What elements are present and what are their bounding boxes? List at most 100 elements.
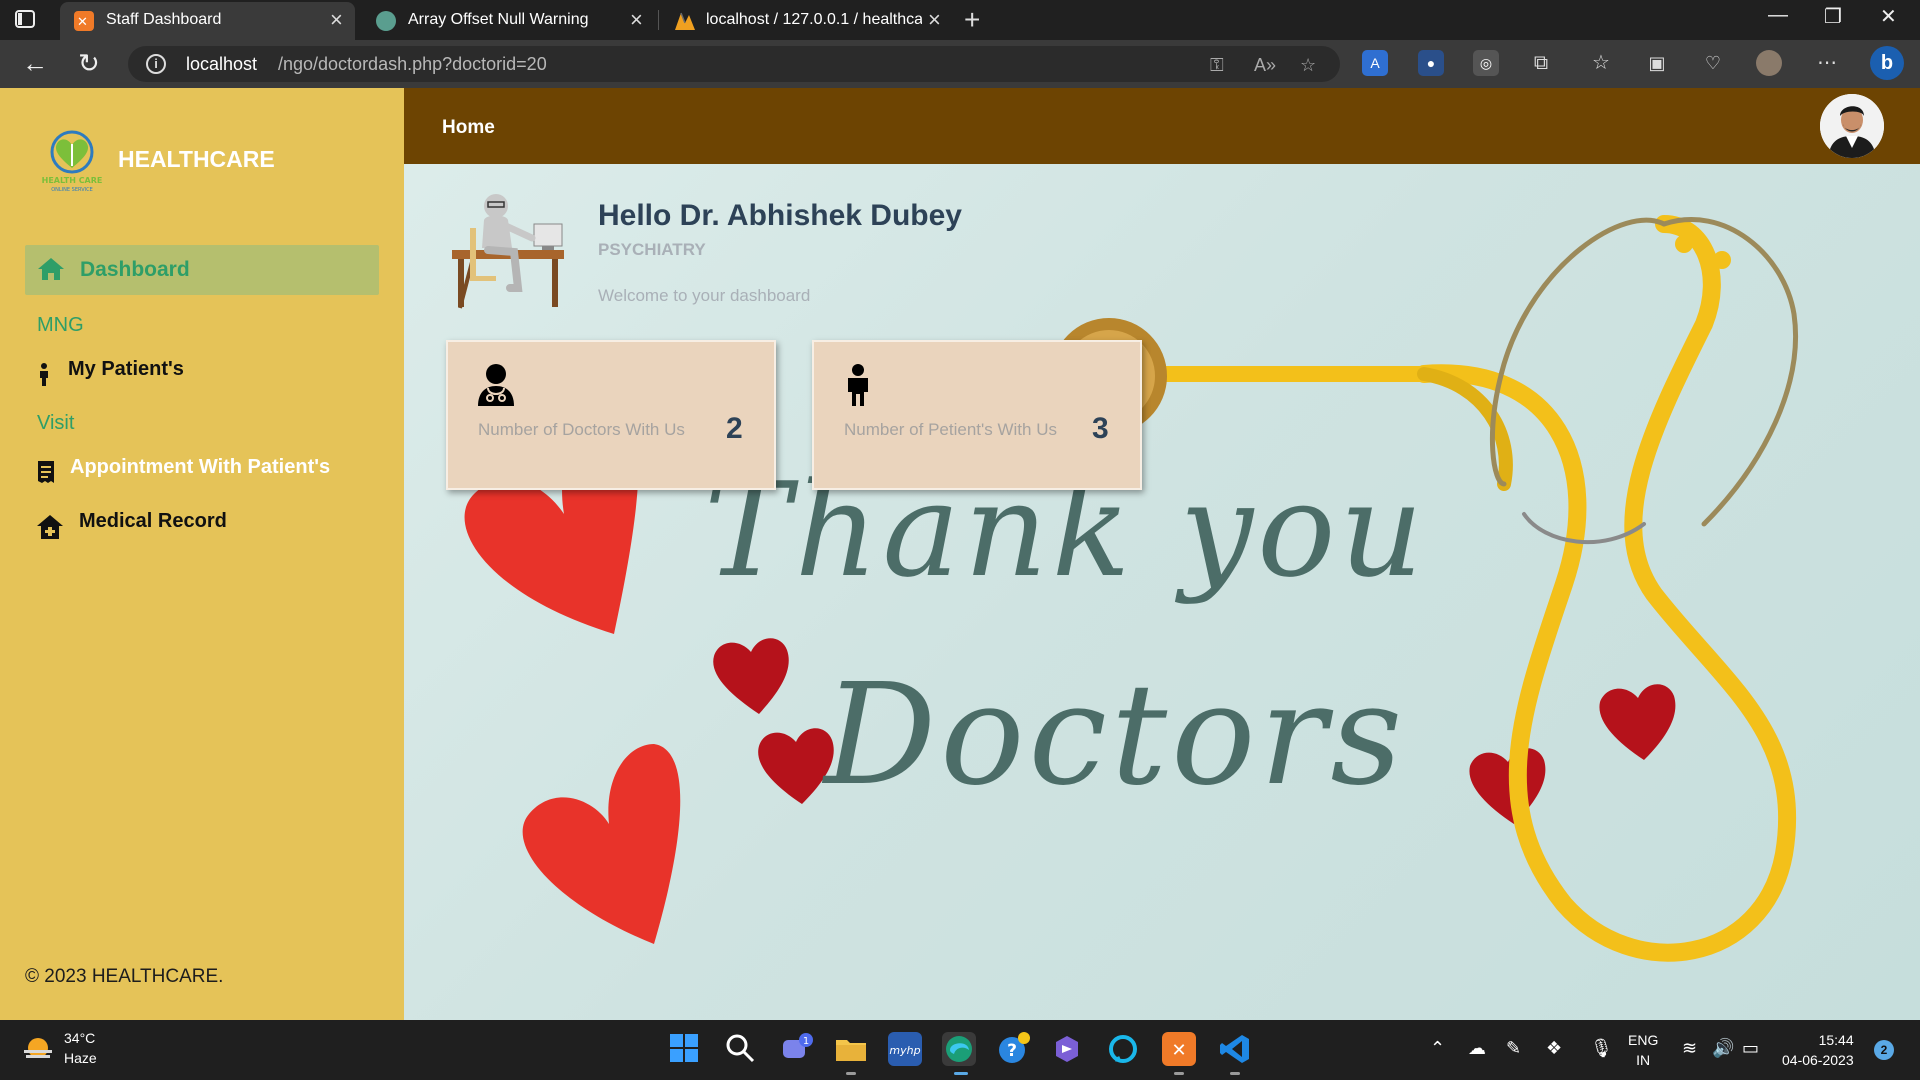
doctors-count-card[interactable]: Number of Doctors With Us 2 <box>446 340 776 490</box>
search-icon[interactable] <box>724 1032 758 1066</box>
footer-copyright: © 2023 HEALTHCARE. <box>25 966 224 987</box>
battery-icon[interactable]: ▭ <box>1742 1038 1759 1059</box>
tab-actions-icon[interactable] <box>14 8 46 32</box>
tab-array-offset-warning[interactable]: Array Offset Null Warning × <box>362 2 652 40</box>
close-tab-icon[interactable]: × <box>928 9 941 31</box>
sidebar-item-label: Medical Record <box>79 510 227 532</box>
doctor-greeting: Hello Dr. Abhishek Dubey <box>598 199 962 232</box>
doctor-at-desk-illustration <box>448 192 572 310</box>
receipt-icon <box>36 460 56 489</box>
chocolate-heart-icon <box>713 638 789 714</box>
close-tab-icon[interactable]: × <box>330 9 343 31</box>
file-explorer-icon[interactable] <box>834 1032 868 1066</box>
weather-description[interactable]: Haze <box>64 1050 97 1066</box>
myhp-icon[interactable]: myhp <box>888 1032 922 1066</box>
weather-icon[interactable] <box>22 1034 54 1069</box>
translator-extension-icon[interactable]: A <box>1362 50 1388 76</box>
sidebar-item-label: Appointment With Patient's <box>70 456 331 478</box>
tab-phpmyadmin[interactable]: localhost / 127.0.0.1 / healthcare × <box>660 2 952 40</box>
healthcare-logo[interactable]: HEALTH CARE ONLINE SERVICE <box>36 128 108 193</box>
clock-date: 04-06-2023 <box>1782 1052 1854 1068</box>
sidebar-item-appointments[interactable]: Appointment With Patient's <box>36 456 376 486</box>
chocolate-heart-icon <box>1469 748 1546 824</box>
microphone-icon[interactable]: 🎙 <box>1590 1038 1613 1059</box>
reload-icon[interactable]: ↻ <box>78 48 100 79</box>
more-menu-icon[interactable]: ⋯ <box>1814 50 1840 76</box>
card-label: Number of Doctors With Us <box>478 420 685 439</box>
browser-tab-strip: ✕ Staff Dashboard × Array Offset Null Wa… <box>0 0 1920 40</box>
pen-menu-icon[interactable]: ✎ <box>1506 1038 1521 1059</box>
person-icon <box>844 364 872 411</box>
minimize-icon[interactable]: — <box>1768 4 1788 27</box>
dashboard-hero: Thank you Doctors Hello Dr. Abhishek Dub… <box>404 164 1920 1020</box>
back-icon[interactable]: ← <box>22 48 48 79</box>
close-tab-icon[interactable]: × <box>630 9 643 31</box>
volume-icon[interactable]: 🔊 <box>1712 1038 1734 1059</box>
xampp-icon: ✕ <box>74 11 94 31</box>
windows-taskbar: 34°C Haze 1 myhp ? ✕ ⌃ ☁ ✎ ❖ 🎙 ENG IN ≋ <box>0 1020 1920 1080</box>
extensions-puzzle-icon[interactable]: ⧉ <box>1528 50 1554 76</box>
sidebar-item-medical-record[interactable]: Medical Record <box>36 510 336 540</box>
running-indicator <box>1174 1072 1184 1075</box>
chatgpt-icon <box>376 11 396 31</box>
tab-staff-dashboard[interactable]: ✕ Staff Dashboard × <box>60 2 355 40</box>
profile-avatar-icon[interactable] <box>1756 50 1782 76</box>
url-host: localhost <box>186 54 258 74</box>
running-indicator <box>846 1072 856 1075</box>
site-info-icon[interactable]: i <box>146 54 166 74</box>
collections-icon[interactable]: ▣ <box>1644 50 1670 76</box>
power-automate-icon[interactable] <box>1050 1032 1084 1066</box>
edge-browser-icon[interactable] <box>942 1032 976 1066</box>
svg-text:myhp: myhp <box>889 1044 920 1057</box>
section-heading-manage: MNG <box>37 314 84 336</box>
region-code: IN <box>1636 1052 1651 1068</box>
notification-badge[interactable]: 2 <box>1874 1040 1894 1060</box>
medical-house-icon <box>36 514 64 545</box>
browser-essentials-icon[interactable]: ♡ <box>1700 50 1726 76</box>
sidebar-item-label: Dashboard <box>80 258 190 281</box>
doctor-specialty: PSYCHIATRY <box>598 240 706 259</box>
extension-icon[interactable]: ● <box>1418 50 1444 76</box>
patients-count-card[interactable]: Number of Petient's With Us 3 <box>812 340 1142 490</box>
get-help-icon[interactable]: ? <box>996 1032 1030 1066</box>
bing-copilot-icon[interactable]: b <box>1870 46 1904 80</box>
vscode-icon[interactable] <box>1218 1032 1252 1066</box>
svg-text:ONLINE SERVICE: ONLINE SERVICE <box>51 187 93 193</box>
svg-text:HEALTH CARE: HEALTH CARE <box>42 176 103 185</box>
read-aloud-icon[interactable]: A» <box>1254 55 1276 76</box>
weather-temperature[interactable]: 34°C <box>64 1030 95 1046</box>
top-bar: Home <box>404 88 1920 164</box>
input-language[interactable]: ENG IN <box>1628 1030 1658 1070</box>
phpmyadmin-icon <box>674 11 695 31</box>
address-bar[interactable]: i localhost /ngo/doctordash.php?doctorid… <box>128 46 1340 82</box>
xampp-icon[interactable]: ✕ <box>1162 1032 1196 1066</box>
screen-capture-extension-icon[interactable]: ◎ <box>1473 50 1499 76</box>
sidebar-item-my-patients[interactable]: My Patient's <box>36 358 336 388</box>
system-clock[interactable]: 15:44 04-06-2023 <box>1782 1030 1854 1070</box>
dropbox-icon[interactable]: ❖ <box>1546 1038 1562 1059</box>
welcome-message: Welcome to your dashboard <box>598 286 811 305</box>
tab-title: Array Offset Null Warning <box>408 11 589 28</box>
card-value: 2 <box>726 412 743 445</box>
restore-icon[interactable]: ❐ <box>1824 4 1842 29</box>
home-link[interactable]: Home <box>442 117 495 139</box>
browser-toolbar: ← ↻ i localhost /ngo/doctordash.php?doct… <box>0 40 1920 88</box>
wifi-icon[interactable]: ≋ <box>1682 1038 1697 1059</box>
sidebar: HEALTH CARE ONLINE SERVICE HEALTHCARE Da… <box>0 88 404 1020</box>
onedrive-icon[interactable]: ☁ <box>1468 1038 1486 1059</box>
close-window-icon[interactable]: ✕ <box>1880 4 1897 29</box>
brand-name[interactable]: HEALTHCARE <box>118 146 275 173</box>
new-tab-icon[interactable]: + <box>964 4 980 36</box>
user-avatar[interactable] <box>1820 94 1884 158</box>
chocolate-heart-icon <box>758 728 834 804</box>
tab-separator <box>658 10 659 30</box>
key-icon[interactable]: ⚿ <box>1210 55 1224 76</box>
teams-chat-icon[interactable]: 1 <box>780 1032 814 1066</box>
favorites-icon[interactable]: ☆ <box>1588 50 1614 76</box>
paper-heart-icon <box>522 744 681 944</box>
show-hidden-icons-icon[interactable]: ⌃ <box>1430 1038 1445 1059</box>
add-favorite-icon[interactable]: ☆ <box>1300 55 1316 76</box>
start-icon[interactable] <box>668 1032 702 1066</box>
alexa-icon[interactable] <box>1106 1032 1140 1066</box>
sidebar-item-dashboard[interactable]: Dashboard <box>25 245 379 295</box>
